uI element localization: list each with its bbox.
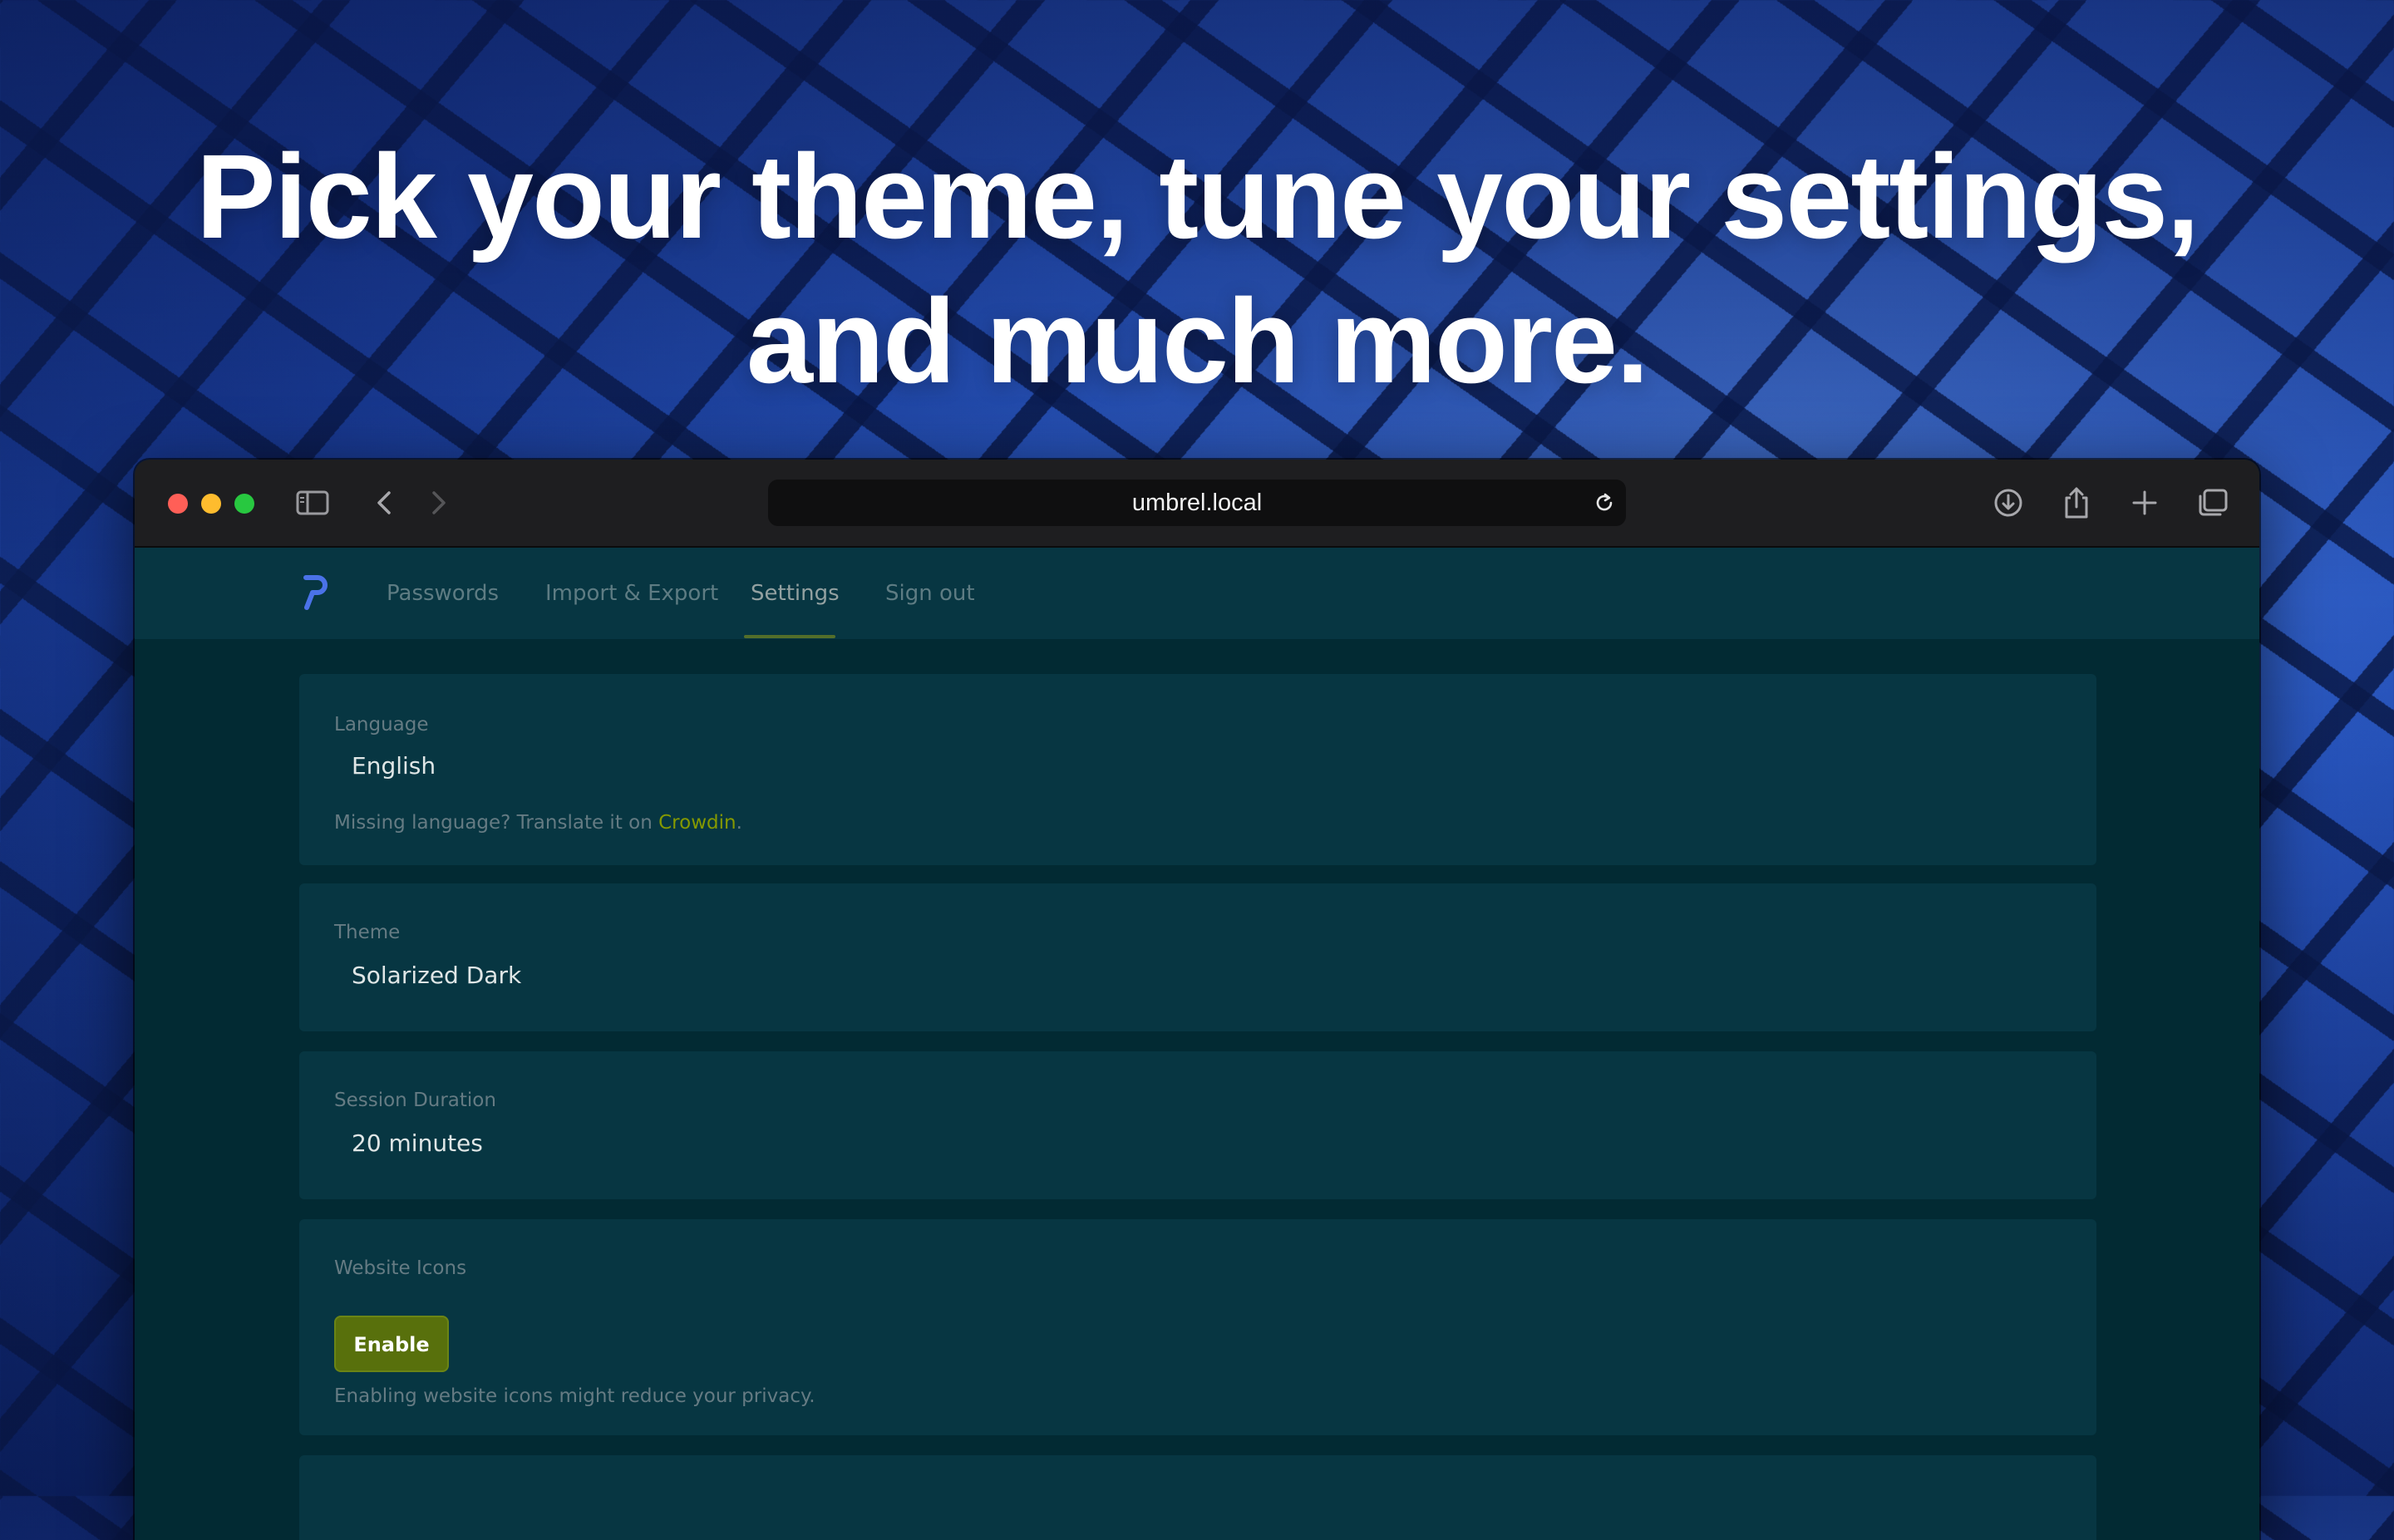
language-help-text: Missing language? Translate it on Crowdi… [334, 812, 742, 834]
next-settings-card [299, 1455, 2096, 1540]
sidebar-icon[interactable] [294, 485, 331, 521]
app-navbar: Passwords Import & Export Settings Sign … [135, 548, 2259, 639]
nav-passwords[interactable]: Passwords [387, 548, 499, 639]
session-duration-card: Session Duration 20 minutes [299, 1051, 2096, 1199]
active-tab-indicator [744, 635, 835, 638]
theme-select[interactable]: Solarized Dark [352, 962, 521, 989]
language-label: Language [334, 714, 429, 736]
share-icon[interactable] [2058, 485, 2095, 521]
tab-overview-icon[interactable] [2194, 485, 2231, 521]
forward-icon[interactable] [421, 485, 457, 521]
website-icons-label: Website Icons [334, 1257, 467, 1279]
language-card: Language English Missing language? Trans… [299, 674, 2096, 865]
url-text: umbrel.local [1131, 490, 1263, 516]
browser-window: umbrel.local Passwords Import & Export S… [135, 460, 2259, 1540]
nav-sign-out[interactable]: Sign out [885, 548, 975, 639]
nav-settings[interactable]: Settings [751, 548, 840, 639]
back-icon[interactable] [366, 485, 402, 521]
session-duration-select[interactable]: 20 minutes [352, 1129, 483, 1157]
website-icons-card: Website Icons Enable Enabling website ic… [299, 1219, 2096, 1435]
website-icons-help-text: Enabling website icons might reduce your… [334, 1385, 815, 1407]
zoom-window-button[interactable] [234, 494, 254, 514]
headline-line-2: and much more. [746, 274, 1649, 408]
nav-import-export[interactable]: Import & Export [545, 548, 718, 639]
app-logo-icon[interactable] [299, 573, 331, 611]
close-window-button[interactable] [168, 494, 188, 514]
crowdin-link[interactable]: Crowdin [658, 812, 736, 834]
download-icon[interactable] [1990, 485, 2027, 521]
reload-icon[interactable] [1593, 491, 1616, 514]
minimize-window-button[interactable] [201, 494, 221, 514]
enable-website-icons-button[interactable]: Enable [334, 1316, 449, 1372]
language-help-suffix: . [736, 812, 742, 834]
theme-card: Theme Solarized Dark [299, 883, 2096, 1031]
headline-line-1: Pick your theme, tune your settings, [195, 130, 2200, 263]
theme-label: Theme [334, 922, 401, 943]
headline: Pick your theme, tune your settings, and… [0, 125, 2394, 414]
address-bar[interactable]: umbrel.local [768, 480, 1626, 526]
session-duration-label: Session Duration [334, 1090, 496, 1111]
language-help-prefix: Missing language? Translate it on [334, 812, 659, 834]
browser-toolbar: umbrel.local [135, 460, 2259, 548]
language-select[interactable]: English [352, 752, 436, 780]
settings-page: Language English Missing language? Trans… [135, 639, 2259, 1540]
new-tab-icon[interactable] [2126, 485, 2163, 521]
